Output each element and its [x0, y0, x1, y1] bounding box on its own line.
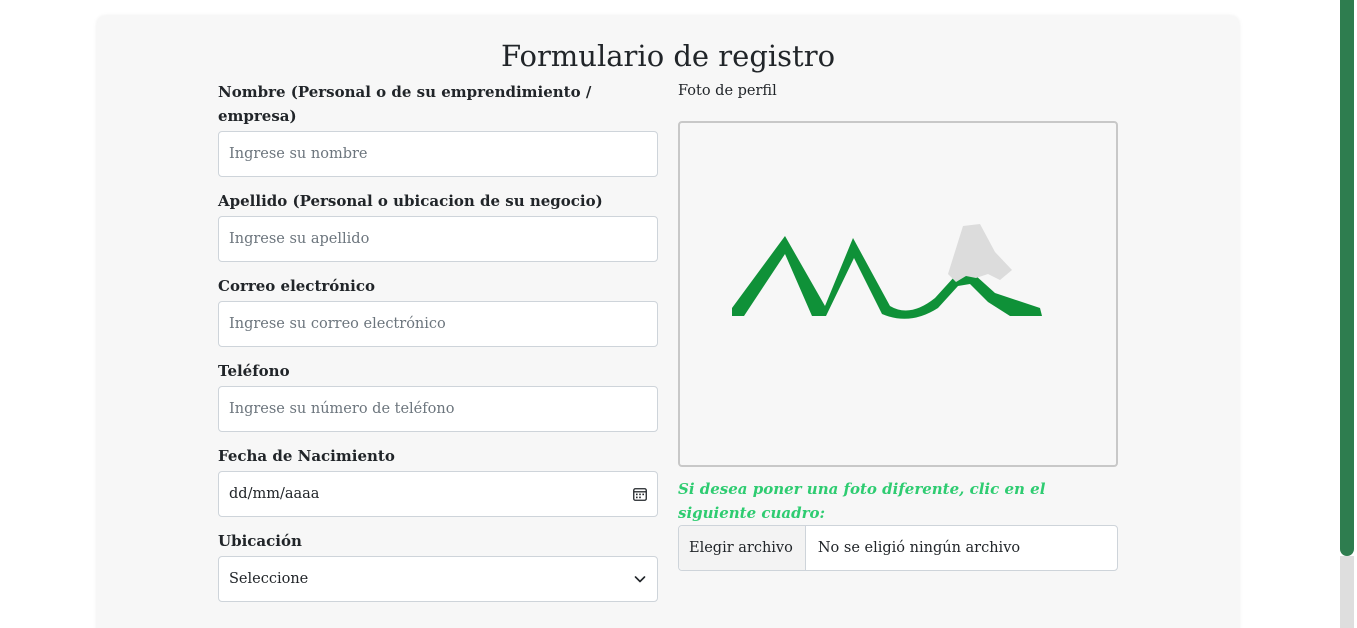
telefono-field-group: Teléfono Ingrese su número de teléfono — [218, 359, 658, 432]
ubicacion-field-group: Ubicación Seleccione — [218, 529, 658, 602]
page: Formulario de registro Nombre (Personal … — [0, 0, 1357, 628]
page-title: Formulario de registro — [500, 39, 836, 73]
apellido-field-group: Apellido (Personal o ubicacion de su neg… — [218, 189, 658, 262]
calendar-icon[interactable] — [633, 487, 647, 501]
correo-field-group: Correo electrónico Ingrese su correo ele… — [218, 274, 658, 347]
fecha-value: dd/mm/aaaa — [229, 486, 320, 502]
fecha-field-group: Fecha de Nacimiento dd/mm/aaaa — [218, 444, 658, 517]
correo-input[interactable]: Ingrese su correo electrónico — [218, 301, 658, 347]
nombre-input[interactable]: Ingrese su nombre — [218, 131, 658, 177]
profile-photo-file-input[interactable]: Elegir archivo No se eligió ningún archi… — [678, 525, 1118, 571]
profile-photo-preview[interactable] — [678, 121, 1118, 467]
scrollbar-thumb[interactable] — [1340, 0, 1354, 556]
telefono-input[interactable]: Ingrese su número de teléfono — [218, 386, 658, 432]
fecha-input[interactable]: dd/mm/aaaa — [218, 471, 658, 517]
change-photo-hint: Si desea poner una foto diferente, clic … — [678, 480, 1046, 522]
choose-file-button[interactable]: Elegir archivo — [679, 526, 806, 570]
scrollbar-track-lower[interactable] — [1340, 556, 1354, 628]
photo-label: Foto de perfil — [678, 83, 777, 99]
ubicacion-select[interactable]: Seleccione — [218, 556, 658, 602]
nombre-field-group: Nombre (Personal o de su emprendimiento … — [218, 80, 658, 177]
telefono-label: Teléfono — [218, 362, 290, 380]
chevron-down-icon — [633, 572, 647, 586]
file-status-text: No se eligió ningún archivo — [817, 540, 1021, 556]
correo-label: Correo electrónico — [218, 277, 376, 295]
mountain-logo-icon — [732, 224, 1042, 319]
form-right-column: Foto de perfil Si desea poner una foto d… — [678, 80, 1118, 571]
ubicacion-selected-value: Seleccione — [229, 571, 309, 587]
fecha-label: Fecha de Nacimiento — [218, 447, 395, 465]
nombre-label: Nombre (Personal o de su emprendimiento … — [218, 83, 592, 125]
apellido-input[interactable]: Ingrese su apellido — [218, 216, 658, 262]
apellido-label: Apellido (Personal o ubicacion de su neg… — [218, 192, 603, 210]
ubicacion-label: Ubicación — [218, 532, 302, 550]
